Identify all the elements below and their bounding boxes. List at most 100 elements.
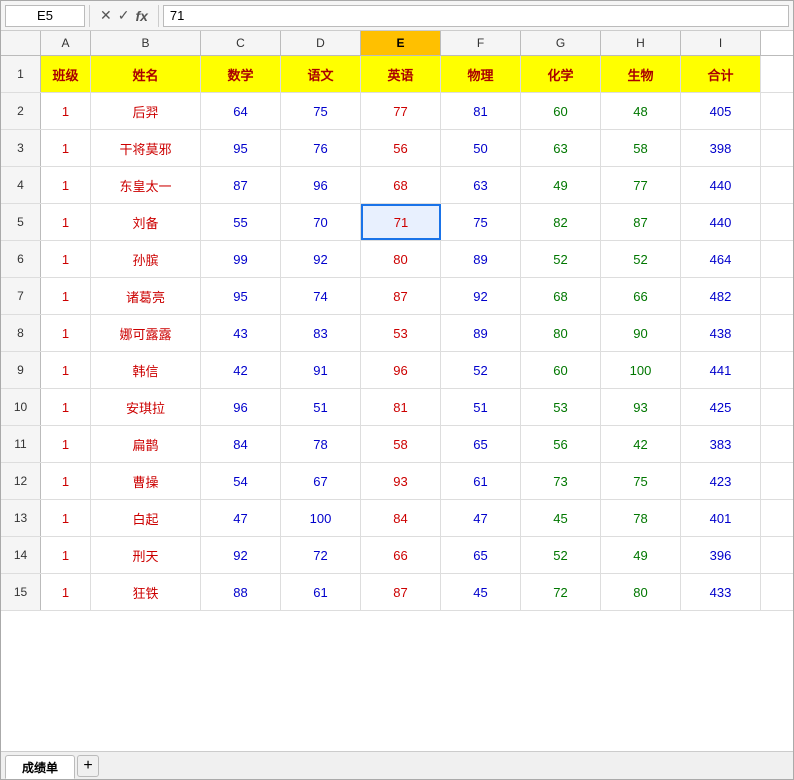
cell-G7[interactable]: 68	[521, 278, 601, 314]
cell-B12[interactable]: 曹操	[91, 463, 201, 499]
cell-E11[interactable]: 58	[361, 426, 441, 462]
cell-E12[interactable]: 93	[361, 463, 441, 499]
cell-A11[interactable]: 1	[41, 426, 91, 462]
cell-G2[interactable]: 60	[521, 93, 601, 129]
cell-A8[interactable]: 1	[41, 315, 91, 351]
cell-G8[interactable]: 80	[521, 315, 601, 351]
cell-G11[interactable]: 56	[521, 426, 601, 462]
cell-D10[interactable]: 51	[281, 389, 361, 425]
cell-I15[interactable]: 433	[681, 574, 761, 610]
cell-E9[interactable]: 96	[361, 352, 441, 388]
cell-H8[interactable]: 90	[601, 315, 681, 351]
cell-I1[interactable]: 合计	[681, 56, 761, 92]
cell-D7[interactable]: 74	[281, 278, 361, 314]
cell-F12[interactable]: 61	[441, 463, 521, 499]
cell-I9[interactable]: 441	[681, 352, 761, 388]
cell-I3[interactable]: 398	[681, 130, 761, 166]
cell-F5[interactable]: 75	[441, 204, 521, 240]
cell-E14[interactable]: 66	[361, 537, 441, 573]
cell-B13[interactable]: 白起	[91, 500, 201, 536]
cell-F15[interactable]: 45	[441, 574, 521, 610]
cell-C15[interactable]: 88	[201, 574, 281, 610]
col-header-F[interactable]: F	[441, 31, 521, 55]
cell-A1[interactable]: 班级	[41, 56, 91, 92]
cell-A4[interactable]: 1	[41, 167, 91, 203]
cell-I14[interactable]: 396	[681, 537, 761, 573]
cell-D15[interactable]: 61	[281, 574, 361, 610]
cell-B3[interactable]: 干将莫邪	[91, 130, 201, 166]
cell-E4[interactable]: 68	[361, 167, 441, 203]
cell-D4[interactable]: 96	[281, 167, 361, 203]
cell-E8[interactable]: 53	[361, 315, 441, 351]
cell-D3[interactable]: 76	[281, 130, 361, 166]
cell-C2[interactable]: 64	[201, 93, 281, 129]
cell-A7[interactable]: 1	[41, 278, 91, 314]
cell-C14[interactable]: 92	[201, 537, 281, 573]
cell-F1[interactable]: 物理	[441, 56, 521, 92]
cell-A14[interactable]: 1	[41, 537, 91, 573]
cell-C7[interactable]: 95	[201, 278, 281, 314]
cell-C4[interactable]: 87	[201, 167, 281, 203]
col-header-I[interactable]: I	[681, 31, 761, 55]
cell-G4[interactable]: 49	[521, 167, 601, 203]
cell-B2[interactable]: 后羿	[91, 93, 201, 129]
cell-B14[interactable]: 刑天	[91, 537, 201, 573]
cell-H11[interactable]: 42	[601, 426, 681, 462]
cell-reference-box[interactable]: E5	[5, 5, 85, 27]
cell-C12[interactable]: 54	[201, 463, 281, 499]
cell-D5[interactable]: 70	[281, 204, 361, 240]
cell-I6[interactable]: 464	[681, 241, 761, 277]
cell-A15[interactable]: 1	[41, 574, 91, 610]
cell-I13[interactable]: 401	[681, 500, 761, 536]
cell-C9[interactable]: 42	[201, 352, 281, 388]
cell-B5[interactable]: 刘备	[91, 204, 201, 240]
cancel-icon[interactable]: ✕	[100, 7, 112, 24]
col-header-D[interactable]: D	[281, 31, 361, 55]
cell-D14[interactable]: 72	[281, 537, 361, 573]
add-sheet-button[interactable]: +	[77, 755, 99, 777]
sheet-tab-scores[interactable]: 成绩单	[5, 755, 75, 779]
cell-F11[interactable]: 65	[441, 426, 521, 462]
cell-H2[interactable]: 48	[601, 93, 681, 129]
cell-A2[interactable]: 1	[41, 93, 91, 129]
cell-E5[interactable]: 71	[361, 204, 441, 240]
cell-G13[interactable]: 45	[521, 500, 601, 536]
cell-G15[interactable]: 72	[521, 574, 601, 610]
formula-input[interactable]	[163, 5, 789, 27]
col-header-H[interactable]: H	[601, 31, 681, 55]
cell-B4[interactable]: 东皇太一	[91, 167, 201, 203]
cell-C13[interactable]: 47	[201, 500, 281, 536]
col-header-E[interactable]: E	[361, 31, 441, 55]
cell-H6[interactable]: 52	[601, 241, 681, 277]
fx-icon[interactable]: fx	[135, 8, 147, 24]
cell-I2[interactable]: 405	[681, 93, 761, 129]
cell-I11[interactable]: 383	[681, 426, 761, 462]
cell-C3[interactable]: 95	[201, 130, 281, 166]
cell-A10[interactable]: 1	[41, 389, 91, 425]
cell-C8[interactable]: 43	[201, 315, 281, 351]
cell-H3[interactable]: 58	[601, 130, 681, 166]
cell-H1[interactable]: 生物	[601, 56, 681, 92]
cell-E1[interactable]: 英语	[361, 56, 441, 92]
cell-F14[interactable]: 65	[441, 537, 521, 573]
cell-I8[interactable]: 438	[681, 315, 761, 351]
cell-G14[interactable]: 52	[521, 537, 601, 573]
cell-D1[interactable]: 语文	[281, 56, 361, 92]
cell-C1[interactable]: 数学	[201, 56, 281, 92]
cell-F2[interactable]: 81	[441, 93, 521, 129]
cell-C10[interactable]: 96	[201, 389, 281, 425]
cell-A9[interactable]: 1	[41, 352, 91, 388]
cell-A13[interactable]: 1	[41, 500, 91, 536]
confirm-icon[interactable]: ✓	[118, 7, 130, 24]
cell-A12[interactable]: 1	[41, 463, 91, 499]
cell-E6[interactable]: 80	[361, 241, 441, 277]
cell-E13[interactable]: 84	[361, 500, 441, 536]
cell-H15[interactable]: 80	[601, 574, 681, 610]
cell-G6[interactable]: 52	[521, 241, 601, 277]
cell-F10[interactable]: 51	[441, 389, 521, 425]
cell-B9[interactable]: 韩信	[91, 352, 201, 388]
cell-H7[interactable]: 66	[601, 278, 681, 314]
cell-A3[interactable]: 1	[41, 130, 91, 166]
cell-D11[interactable]: 78	[281, 426, 361, 462]
cell-G1[interactable]: 化学	[521, 56, 601, 92]
